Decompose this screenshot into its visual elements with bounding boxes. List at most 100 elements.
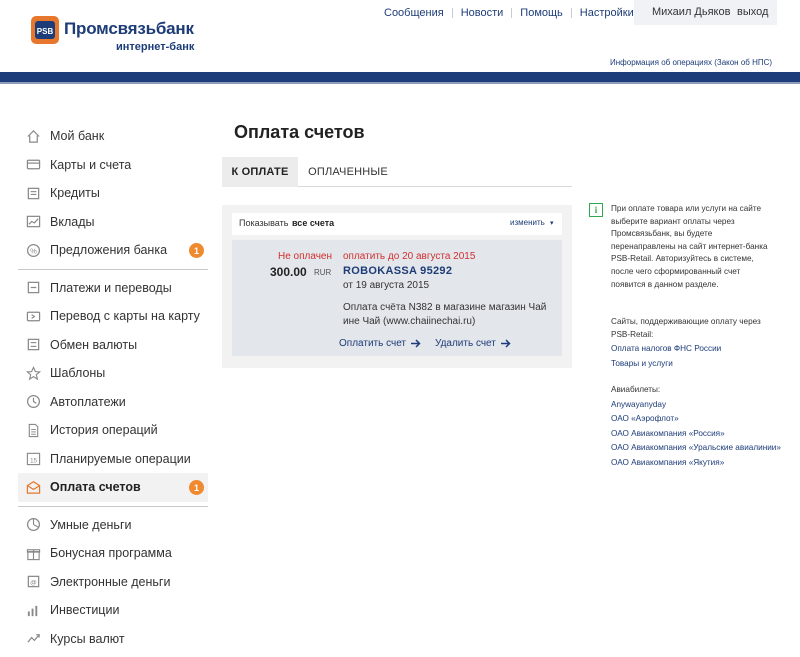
logout-link[interactable]: выход bbox=[737, 6, 768, 18]
sidebar-item-card-transfer[interactable]: Перевод с карты на карту bbox=[18, 302, 208, 331]
sidebar-item-label: Перевод с карты на карту bbox=[50, 309, 200, 324]
nav-divider bbox=[451, 8, 453, 18]
sidebar-item-label: Карты и счета bbox=[50, 157, 132, 172]
sidebar-item-bill-payment[interactable]: Оплата счетов 1 bbox=[18, 473, 208, 502]
sidebar-item-cards[interactable]: Карты и счета bbox=[18, 151, 208, 180]
user-name[interactable]: Михаил Дьяков bbox=[652, 6, 730, 18]
avia-title: Авиабилеты: bbox=[611, 385, 661, 394]
star-icon bbox=[24, 364, 42, 382]
sidebar-item-investments[interactable]: Инвестиции bbox=[18, 596, 208, 625]
arrow-right-icon bbox=[411, 339, 421, 348]
history-doc-icon bbox=[24, 421, 42, 439]
sidebar-item-autopayments[interactable]: Автоплатежи bbox=[18, 388, 208, 417]
deposit-chart-icon bbox=[24, 213, 42, 231]
airline-link[interactable]: ОАО Авиакомпания «Уральские авиалинии» bbox=[611, 442, 781, 455]
tab-paid[interactable]: ОПЛАЧЕННЫЕ bbox=[308, 157, 388, 187]
nav-news[interactable]: Новости bbox=[461, 7, 504, 19]
tab-bar: К ОПЛАТЕ ОПЛАЧЕННЫЕ bbox=[222, 157, 572, 187]
bill-issue-date: от 19 августа 2015 bbox=[343, 280, 430, 291]
sidebar-item-label: Планируемые операции bbox=[50, 451, 191, 466]
card-icon bbox=[24, 156, 42, 174]
logo-subtitle: интернет-банк bbox=[116, 41, 195, 53]
airline-link[interactable]: ОАО Авиакомпания «Россия» bbox=[611, 428, 781, 441]
site-link[interactable]: Товары и услуги bbox=[611, 358, 781, 371]
filter-label: Показывать bbox=[239, 218, 289, 228]
sidebar-item-rates[interactable]: Курсы валют bbox=[18, 625, 208, 654]
sidebar: Мой банк Карты и счета Кредиты Вклады % … bbox=[18, 122, 208, 653]
investment-icon bbox=[24, 601, 42, 619]
gift-icon bbox=[24, 544, 42, 562]
sidebar-item-exchange[interactable]: Обмен валюты bbox=[18, 331, 208, 360]
airline-link[interactable]: ОАО Авиакомпания «Якутия» bbox=[611, 457, 781, 470]
sidebar-item-label: Оплата счетов bbox=[50, 480, 141, 495]
user-box: Михаил Дьяков выход bbox=[634, 0, 777, 25]
site-link[interactable]: Оплата налогов ФНС России bbox=[611, 343, 781, 356]
header-bar-shadow bbox=[0, 82, 800, 84]
sidebar-item-planned[interactable]: 15 Планируемые операции bbox=[18, 445, 208, 474]
sidebar-item-credits[interactable]: Кредиты bbox=[18, 179, 208, 208]
law-info-link[interactable]: Информация об операциях (Закон об НПС) bbox=[610, 58, 772, 67]
sidebar-item-label: Курсы валют bbox=[50, 631, 125, 646]
tab-to-pay[interactable]: К ОПЛАТЕ bbox=[222, 157, 298, 187]
sidebar-item-label: Бонусная программа bbox=[50, 546, 172, 561]
sidebar-item-payments[interactable]: Платежи и переводы bbox=[18, 274, 208, 303]
bill-currency: RUR bbox=[314, 268, 332, 277]
svg-text:@: @ bbox=[30, 580, 37, 587]
bills-filter: Показывать все счета изменить ▾ bbox=[232, 213, 562, 235]
sidebar-item-label: Шаблоны bbox=[50, 366, 106, 381]
nav-divider bbox=[570, 8, 572, 18]
logo-icon: PSB bbox=[31, 16, 59, 44]
sidebar-item-my-bank[interactable]: Мой банк bbox=[18, 122, 208, 151]
sites-title: Сайты, поддерживающие оплату через PSB-R… bbox=[611, 317, 761, 339]
sidebar-item-bonus[interactable]: Бонусная программа bbox=[18, 539, 208, 568]
nav-divider bbox=[511, 8, 513, 18]
sidebar-item-smart-money[interactable]: Умные деньги bbox=[18, 511, 208, 540]
sidebar-item-label: Обмен валюты bbox=[50, 337, 138, 352]
airline-link[interactable]: ОАО «Аэрофлот» bbox=[611, 413, 781, 426]
sidebar-item-e-money[interactable]: @ Электронные деньги bbox=[18, 568, 208, 597]
envelope-icon bbox=[24, 478, 42, 496]
nav-messages[interactable]: Сообщения bbox=[384, 7, 444, 19]
delete-bill-button[interactable]: Удалить счет bbox=[435, 338, 511, 349]
sidebar-item-label: Умные деньги bbox=[50, 517, 132, 532]
sidebar-item-label: Инвестиции bbox=[50, 603, 120, 618]
header: PSB Промсвязьбанк интернет-банк Сообщени… bbox=[0, 0, 800, 84]
caret-down-icon[interactable]: ▾ bbox=[550, 219, 554, 227]
filter-change-link[interactable]: изменить bbox=[510, 218, 545, 227]
nav-help[interactable]: Помощь bbox=[520, 7, 563, 19]
exchange-icon bbox=[24, 336, 42, 354]
airline-link[interactable]: Anywayanyday bbox=[611, 399, 781, 412]
logo-name: Промсвязьбанк bbox=[64, 19, 194, 38]
svg-text:15: 15 bbox=[30, 458, 37, 465]
arrow-right-icon bbox=[500, 339, 511, 348]
home-icon bbox=[24, 127, 42, 145]
delete-bill-label: Удалить счет bbox=[435, 338, 496, 349]
offers-count-badge: 1 bbox=[189, 243, 204, 258]
supported-sites: Сайты, поддерживающие оплату через PSB-R… bbox=[611, 316, 781, 370]
payment-icon bbox=[24, 279, 42, 297]
rates-icon bbox=[24, 630, 42, 648]
info-icon: i bbox=[589, 203, 603, 217]
sidebar-item-offers[interactable]: % Предложения банка 1 bbox=[18, 236, 208, 265]
sidebar-item-templates[interactable]: Шаблоны bbox=[18, 359, 208, 388]
pay-bill-button[interactable]: Оплатить счет bbox=[339, 338, 421, 349]
bill-status: Не оплачен bbox=[278, 251, 333, 262]
pie-chart-icon bbox=[24, 516, 42, 534]
svg-text:PSB: PSB bbox=[37, 27, 54, 36]
sidebar-item-label: Предложения банка bbox=[50, 243, 168, 258]
filter-value: все счета bbox=[292, 218, 335, 228]
bank-logo[interactable]: PSB Промсвязьбанк интернет-банк bbox=[31, 16, 201, 56]
sidebar-item-label: Мой банк bbox=[50, 129, 105, 144]
bill-due-date: оплатить до 20 августа 2015 bbox=[343, 251, 476, 262]
sidebar-item-label: История операций bbox=[50, 423, 158, 438]
bill-card: Не оплачен 300.00 RUR оплатить до 20 авг… bbox=[232, 240, 562, 356]
sidebar-item-label: Автоплатежи bbox=[50, 394, 126, 409]
pay-bill-label: Оплатить счет bbox=[339, 338, 407, 349]
bills-count-badge: 1 bbox=[189, 480, 204, 495]
nav-settings[interactable]: Настройки bbox=[580, 7, 634, 19]
page-title: Оплата счетов bbox=[234, 122, 365, 142]
sidebar-item-deposits[interactable]: Вклады bbox=[18, 208, 208, 237]
calendar-icon: 15 bbox=[24, 450, 42, 468]
e-money-icon: @ bbox=[24, 573, 42, 591]
sidebar-item-history[interactable]: История операций bbox=[18, 416, 208, 445]
